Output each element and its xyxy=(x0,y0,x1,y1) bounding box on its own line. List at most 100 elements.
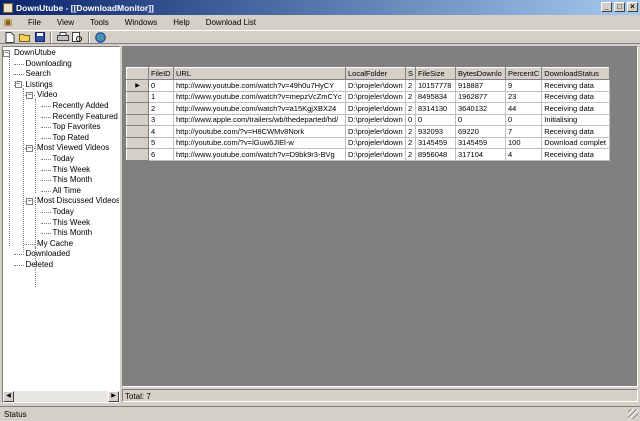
tree-most-viewed[interactable]: Most Viewed Videos xyxy=(37,143,109,154)
col-localfolder-cell[interactable]: D:\projeler\down xyxy=(345,79,406,92)
tree-root[interactable]: DownUtube xyxy=(14,48,56,59)
col-s-cell[interactable]: 2 xyxy=(404,136,417,149)
current-row-indicator-icon[interactable]: ▶ xyxy=(126,79,149,92)
col-percent-cell[interactable]: 23 xyxy=(505,90,543,103)
menu-file[interactable]: File xyxy=(20,18,49,27)
globe-icon[interactable] xyxy=(94,31,107,43)
tree-collapse-icon[interactable]: − xyxy=(26,144,33,152)
col-s-cell[interactable]: 0 xyxy=(404,113,417,126)
col-percent-cell[interactable]: 4 xyxy=(505,148,543,161)
col-filesize-cell[interactable]: 932093 xyxy=(415,125,457,138)
tree-most-viewed-this-week[interactable]: This Week xyxy=(53,165,91,176)
col-fileid-cell[interactable]: 1 xyxy=(148,90,174,103)
scroll-left-icon[interactable]: ◀ xyxy=(3,391,14,402)
col-downloadstatus-cell[interactable]: Receiving data xyxy=(541,102,611,115)
table-row[interactable]: 4 http://youtube.com/?v=H8CWMv8Nork D:\pro… xyxy=(126,125,611,138)
col-filesize-header[interactable]: FileSize xyxy=(415,67,457,80)
tree-most-discussed-this-month[interactable]: This Month xyxy=(53,228,93,239)
tree-top-rated[interactable]: Top Rated xyxy=(53,133,89,144)
row-header[interactable] xyxy=(126,102,149,115)
col-fileid-cell[interactable]: 0 xyxy=(148,79,174,92)
col-s-cell[interactable]: 2 xyxy=(404,79,417,92)
maximize-button[interactable]: □ xyxy=(614,2,625,12)
col-fileid-header[interactable]: FileID xyxy=(148,67,174,80)
col-percent-cell[interactable]: 44 xyxy=(505,102,543,115)
download-grid[interactable]: FileID URL LocalFolder S FileSize BytesDownlo… xyxy=(126,67,611,161)
print-preview-icon[interactable] xyxy=(71,31,84,43)
tree-recently-added[interactable]: Recently Added xyxy=(53,101,109,112)
menu-tools[interactable]: Tools xyxy=(82,18,117,27)
menu-windows[interactable]: Windows xyxy=(117,18,165,27)
col-filesize-cell[interactable]: 0 xyxy=(415,113,457,126)
col-bytesdownloaded-cell[interactable]: 0 xyxy=(455,113,507,126)
tree-most-viewed-all-time[interactable]: All Time xyxy=(53,186,81,197)
table-row[interactable]: 2 http://www.youtube.com/watch?v=a15KgjXB… xyxy=(126,102,611,115)
tree-collapse-icon[interactable]: − xyxy=(26,91,33,99)
col-percent-header[interactable]: PercentC xyxy=(505,67,543,80)
col-url-cell[interactable]: http://youtube.com/?v=lGuw6JIEl-w xyxy=(173,136,346,149)
tree-collapse-icon[interactable]: − xyxy=(3,49,10,57)
tree-recently-featured[interactable]: Recently Featured xyxy=(53,112,118,123)
col-url-cell[interactable]: http://www.youtube.com/watch?v=49h0u7HyC… xyxy=(173,79,346,92)
col-s-header[interactable]: S xyxy=(404,67,417,80)
new-icon[interactable] xyxy=(3,31,16,43)
menu-view[interactable]: View xyxy=(49,18,82,27)
document-icon[interactable]: ▣ xyxy=(2,17,14,28)
col-fileid-cell[interactable]: 4 xyxy=(148,125,174,138)
row-header[interactable] xyxy=(126,90,149,103)
minimize-button[interactable]: _ xyxy=(601,2,612,12)
col-percent-cell[interactable]: 0 xyxy=(505,113,543,126)
col-s-cell[interactable]: 2 xyxy=(404,102,417,115)
tree-listings[interactable]: Listings xyxy=(26,80,53,91)
col-url-cell[interactable]: http://www.youtube.com/watch?v=D9bk9r3-B… xyxy=(173,148,346,161)
tree-search[interactable]: Search xyxy=(26,69,51,80)
save-icon[interactable] xyxy=(33,31,46,43)
menu-help[interactable]: Help xyxy=(165,18,197,27)
menu-download-list[interactable]: Download List xyxy=(198,18,264,27)
col-localfolder-cell[interactable]: D:\projeler\down xyxy=(345,113,406,126)
col-s-cell[interactable]: 2 xyxy=(404,90,417,103)
col-percent-cell[interactable]: 9 xyxy=(505,79,543,92)
resize-grip[interactable] xyxy=(628,409,638,419)
tree-downloaded[interactable]: Downloaded xyxy=(26,249,70,260)
col-url-cell[interactable]: http://www.apple.com/trailers/wb/thedepa… xyxy=(173,113,346,126)
tree-video[interactable]: Video xyxy=(37,90,57,101)
table-row[interactable]: 1 http://www.youtube.com/watch?v=mepzVcZm… xyxy=(126,90,611,103)
tree-most-viewed-this-month[interactable]: This Month xyxy=(53,175,93,186)
col-localfolder-cell[interactable]: D:\projeler\down xyxy=(345,125,406,138)
tree-collapse-icon[interactable]: − xyxy=(26,197,33,205)
col-fileid-cell[interactable]: 3 xyxy=(148,113,174,126)
col-downloadstatus-header[interactable]: DownloadStatus xyxy=(541,67,611,80)
row-header[interactable] xyxy=(126,113,149,126)
col-url-cell[interactable]: http://www.youtube.com/watch?v=mepzVcZmC… xyxy=(173,90,346,103)
tree-most-discussed-today[interactable]: Today xyxy=(53,207,74,218)
tree-most-discussed-this-week[interactable]: This Week xyxy=(53,218,91,229)
col-localfolder-cell[interactable]: D:\projeler\down xyxy=(345,136,406,149)
scroll-right-icon[interactable]: ▶ xyxy=(108,391,119,402)
col-fileid-cell[interactable]: 2 xyxy=(148,102,174,115)
col-localfolder-cell[interactable]: D:\projeler\down xyxy=(345,102,406,115)
col-url-header[interactable]: URL xyxy=(173,67,346,80)
col-bytesdownloaded-cell[interactable]: 317104 xyxy=(455,148,507,161)
col-downloadstatus-cell[interactable]: Initialising xyxy=(541,113,611,126)
table-row[interactable]: 5 http://youtube.com/?v=lGuw6JIEl-w D:\pro… xyxy=(126,136,611,149)
col-localfolder-cell[interactable]: D:\projeler\down xyxy=(345,148,406,161)
print-icon[interactable] xyxy=(56,31,69,43)
col-filesize-cell[interactable]: 8495834 xyxy=(415,90,457,103)
navigation-tree[interactable]: − DownUtube Downloading Search − Listings − Vid… xyxy=(2,46,120,403)
col-downloadstatus-cell[interactable]: Receiving data xyxy=(541,125,611,138)
col-bytesdownloaded-cell[interactable]: 3640132 xyxy=(455,102,507,115)
tree-deleted[interactable]: Deleted xyxy=(26,260,54,271)
col-url-cell[interactable]: http://youtube.com/?v=H8CWMv8Nork xyxy=(173,125,346,138)
col-s-cell[interactable]: 2 xyxy=(404,125,417,138)
col-downloadstatus-cell[interactable]: Download complet xyxy=(541,136,611,149)
close-button[interactable]: × xyxy=(627,2,638,12)
tree-collapse-icon[interactable]: − xyxy=(14,81,22,89)
col-localfolder-cell[interactable]: D:\projeler\down xyxy=(345,90,406,103)
col-percent-cell[interactable]: 100 xyxy=(505,136,543,149)
row-header[interactable] xyxy=(126,148,149,161)
tree-my-cache[interactable]: My Cache xyxy=(37,239,73,250)
col-filesize-cell[interactable]: 8314130 xyxy=(415,102,457,115)
tree-most-viewed-today[interactable]: Today xyxy=(53,154,74,165)
col-fileid-cell[interactable]: 5 xyxy=(148,136,174,149)
